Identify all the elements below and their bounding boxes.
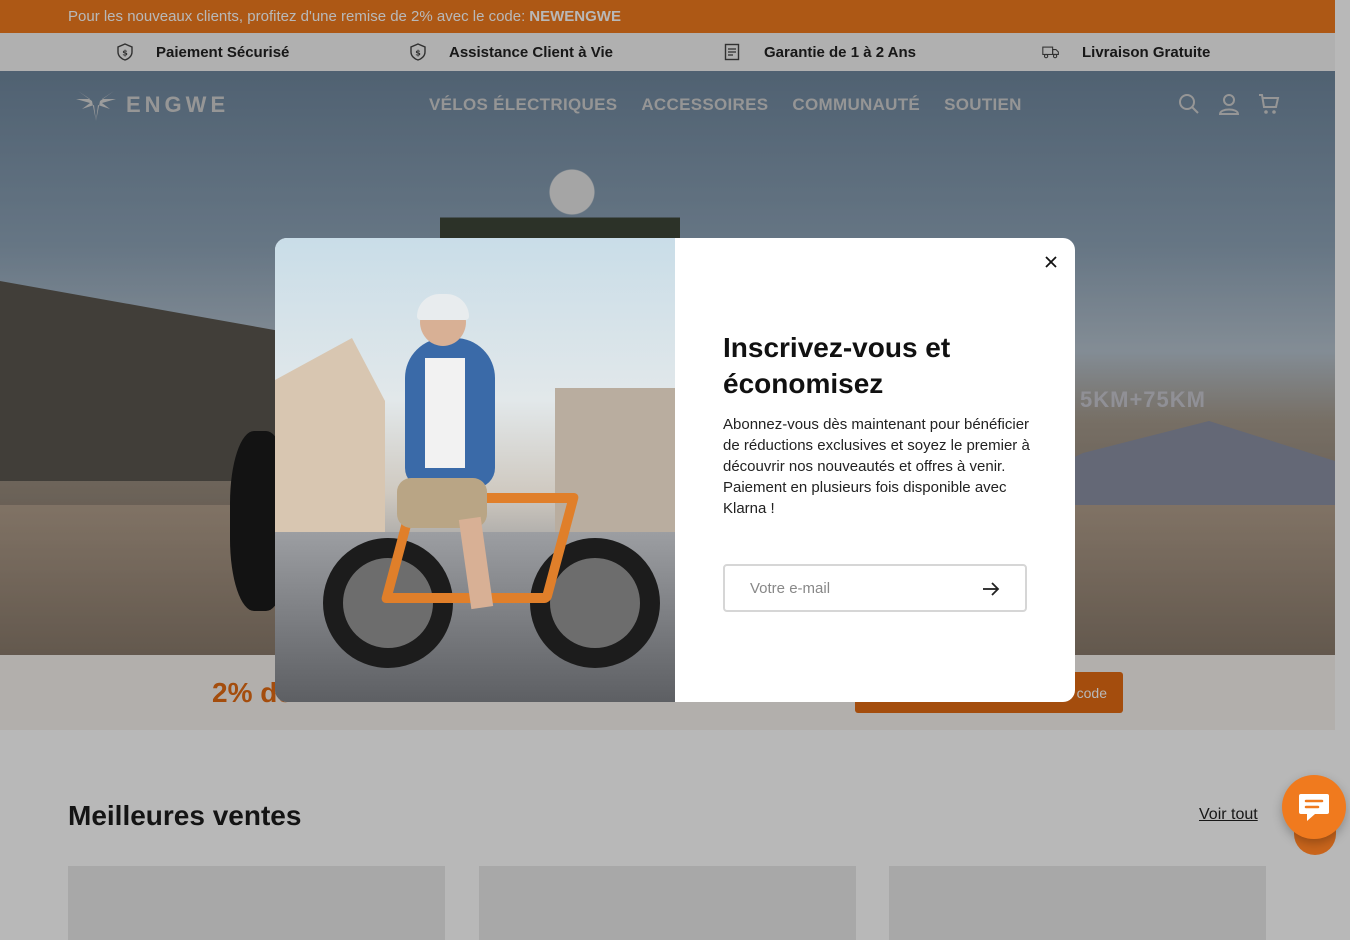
chat-button[interactable] — [1282, 775, 1346, 839]
close-icon[interactable] — [1040, 251, 1062, 273]
modal-klarna-text: Paiement en plusieurs fois disponible av… — [723, 479, 1007, 517]
modal-title: Inscrivez-vous et économisez — [723, 332, 951, 399]
modal-image-rider-shirt — [425, 358, 465, 468]
email-input[interactable] — [725, 579, 965, 597]
modal-image-rider-on-ebike — [275, 238, 675, 702]
modal-image-building — [275, 338, 385, 548]
email-form — [723, 564, 1027, 612]
modal-content: Inscrivez-vous et économisez Abonnez-vou… — [675, 238, 1075, 702]
modal-image-rider-helmet — [417, 294, 469, 320]
chat-icon — [1299, 794, 1329, 821]
submit-arrow-icon[interactable] — [981, 579, 1001, 599]
modal-description: Abonnez-vous dès maintenant pour bénéfic… — [723, 414, 1033, 519]
modal-description-text: Abonnez-vous dès maintenant pour bénéfic… — [723, 416, 1030, 475]
newsletter-modal: Inscrivez-vous et économisez Abonnez-vou… — [275, 238, 1075, 702]
